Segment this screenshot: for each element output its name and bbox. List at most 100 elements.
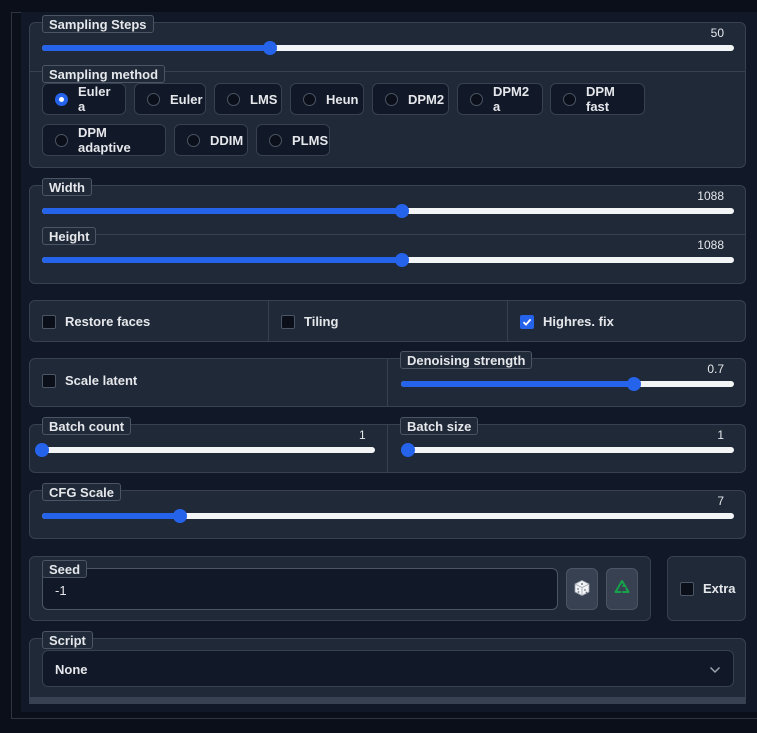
radio-label: DPM2 (408, 91, 445, 107)
divider (92, 234, 745, 235)
radio-plms[interactable]: PLMS (256, 124, 330, 156)
slider-track (42, 447, 375, 453)
radio-dpm2[interactable]: DPM2 (372, 83, 449, 115)
highres-fix-checkbox[interactable]: Highres. fix (520, 314, 614, 329)
width-label: Width (42, 178, 92, 196)
slider-fill (42, 45, 271, 51)
batch-group: Batch count 1 Batch size 1 (29, 417, 746, 473)
extra-checkbox[interactable]: Extra (680, 581, 736, 596)
scale-latent-checkbox[interactable]: Scale latent (42, 373, 137, 388)
latent-group: Scale latent Denoising strength 0.7 (29, 351, 746, 407)
sampling-steps-slider[interactable] (42, 40, 734, 56)
checkbox-label: Extra (703, 581, 736, 596)
slider-thumb[interactable] (394, 253, 409, 267)
divider (268, 301, 269, 341)
script-select[interactable]: None (42, 650, 734, 687)
script-label: Script (42, 631, 93, 649)
radio-dot (470, 92, 483, 106)
radio-ddim[interactable]: DDIM (174, 124, 248, 156)
chevron-down-icon (709, 663, 721, 678)
radio-dot (269, 133, 282, 147)
width-value: 1088 (697, 189, 724, 203)
batch-size-value: 1 (717, 428, 724, 442)
dice-icon (573, 579, 591, 600)
slider-thumb[interactable] (401, 443, 415, 457)
checkbox-box[interactable] (281, 314, 295, 329)
dimensions-group: Width 1088 Height 1088 (29, 178, 746, 284)
sampling-steps-value: 50 (710, 26, 724, 40)
checkbox-label: Highres. fix (543, 314, 614, 329)
checkbox-box[interactable] (680, 581, 694, 596)
checkmark-icon[interactable] (520, 314, 534, 329)
radio-euler-a[interactable]: Euler a (42, 83, 126, 115)
radio-dot (303, 92, 316, 106)
radio-label: DPM fast (586, 84, 615, 114)
options-row: Restore faces Tiling Highres. fix (29, 300, 746, 342)
radio-lms[interactable]: LMS (214, 83, 282, 115)
radio-label: PLMS (292, 132, 329, 148)
width-slider[interactable] (42, 203, 734, 219)
seed-input[interactable]: -1 (42, 568, 558, 610)
script-selected-value: None (55, 662, 88, 677)
radio-euler[interactable]: Euler (134, 83, 206, 115)
cfg-scale-label: CFG Scale (42, 483, 122, 501)
slider-fill (42, 257, 402, 263)
radio-dpm-adaptive[interactable]: DPM adaptive (42, 124, 166, 156)
extra-group: Extra (667, 556, 746, 621)
radio-heun[interactable]: Heun (290, 83, 364, 115)
radio-dot (147, 92, 160, 106)
slider-thumb[interactable] (263, 41, 278, 55)
slider-fill (42, 513, 181, 519)
divider (387, 359, 388, 406)
slider-track (408, 447, 734, 453)
sampling-group: Sampling Steps 50 Sampling method Euler … (29, 15, 746, 168)
radio-dot (563, 92, 576, 106)
slider-fill (401, 381, 635, 387)
sampling-steps-label: Sampling Steps (42, 15, 154, 33)
denoising-strength-slider[interactable] (401, 376, 734, 392)
cfg-scale-slider[interactable] (42, 508, 734, 524)
sampling-method-label: Sampling method (42, 65, 166, 83)
radio-dot (385, 92, 398, 106)
seed-group: -1 Seed (29, 556, 651, 621)
radio-dpm2-a[interactable]: DPM2 a (457, 83, 543, 115)
height-value: 1088 (697, 238, 724, 252)
tiling-checkbox[interactable]: Tiling (281, 314, 338, 329)
scroll-edge (30, 697, 745, 704)
denoising-strength-label: Denoising strength (400, 351, 533, 369)
slider-thumb[interactable] (394, 204, 409, 218)
denoising-strength-value: 0.7 (707, 362, 724, 376)
cfg-group: CFG Scale 7 (29, 483, 746, 539)
radio-dot (55, 92, 68, 106)
height-label: Height (42, 227, 97, 245)
radio-label: DPM adaptive (78, 125, 131, 155)
random-seed-button[interactable] (566, 568, 598, 610)
batch-size-label: Batch size (400, 417, 479, 435)
radio-label: DDIM (210, 132, 244, 148)
radio-dot (187, 133, 200, 147)
radio-dot (55, 133, 68, 147)
checkbox-box[interactable] (42, 373, 56, 388)
script-group: None Script (29, 631, 746, 704)
height-slider[interactable] (42, 252, 734, 268)
radio-dot (227, 92, 240, 106)
checkbox-label: Scale latent (65, 373, 138, 388)
slider-thumb[interactable] (627, 377, 642, 391)
checkbox-label: Tiling (304, 314, 339, 329)
radio-label: Euler a (78, 84, 111, 114)
divider (387, 425, 388, 472)
cfg-scale-value: 7 (717, 494, 724, 508)
radio-dpm-fast[interactable]: DPM fast (550, 83, 645, 115)
batch-count-value: 1 (359, 428, 366, 442)
checkbox-box[interactable] (42, 314, 56, 329)
recycle-icon (613, 579, 631, 600)
slider-thumb[interactable] (35, 443, 49, 457)
batch-count-slider[interactable] (35, 442, 375, 458)
batch-count-label: Batch count (42, 417, 132, 435)
radio-label: Heun (326, 91, 359, 107)
reuse-seed-button[interactable] (606, 568, 638, 610)
slider-thumb[interactable] (173, 509, 188, 523)
batch-size-slider[interactable] (401, 442, 734, 458)
restore-faces-checkbox[interactable]: Restore faces (42, 314, 150, 329)
checkbox-label: Restore faces (65, 314, 151, 329)
